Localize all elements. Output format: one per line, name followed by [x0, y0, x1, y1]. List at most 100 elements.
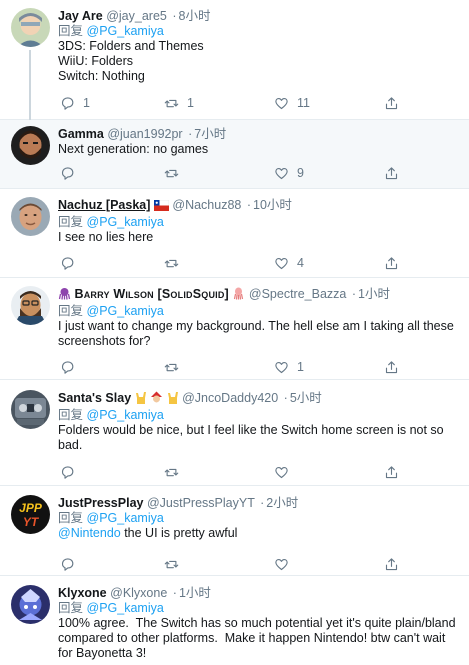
reply-context: 回复 @PG_kamiya: [58, 304, 461, 319]
reply-mention[interactable]: @PG_kamiya: [87, 601, 164, 615]
rock-on-hand-icon: [167, 391, 179, 408]
user-handle[interactable]: @Nachuz88: [172, 198, 241, 212]
tweet-header: Gamma @juan1992pr · 7小时: [58, 127, 227, 141]
share-icon: [385, 465, 398, 478]
like-button[interactable]: [274, 556, 297, 572]
reply-prefix: 回复: [58, 511, 84, 525]
action-bar: 4: [58, 255, 398, 271]
heart-icon: [275, 558, 288, 570]
retweet-icon: [164, 169, 179, 177]
display-name[interactable]: Jay Are: [58, 9, 103, 23]
display-name[interactable]: Klyxone: [58, 586, 107, 600]
share-button[interactable]: [384, 359, 399, 375]
avatar[interactable]: [11, 197, 50, 236]
display-name[interactable]: Santa's Slay: [58, 391, 131, 405]
share-button[interactable]: [384, 464, 399, 480]
user-handle[interactable]: @JncoDaddy420: [182, 391, 278, 405]
reply-button[interactable]: [60, 255, 83, 271]
tweet-text: @Nintendo the UI is pretty awful: [58, 526, 461, 541]
timestamp[interactable]: 7小时: [194, 127, 226, 141]
avatar[interactable]: [11, 585, 50, 624]
thread-connector: [29, 50, 31, 120]
tweet-santas-slay[interactable]: Santa's Slay @JncoDaddy420 · 5小时 回复 @PG_k…: [0, 380, 469, 486]
user-handle[interactable]: @Klyxone: [110, 586, 167, 600]
tweet-text: Folders would be nice, but I feel like t…: [58, 423, 448, 452]
svg-text:YT: YT: [23, 515, 40, 529]
tweet-klyxone[interactable]: Klyxone @Klyxone · 1小时 回复 @PG_kamiya 100%…: [0, 576, 469, 665]
chile-flag-icon: [153, 199, 170, 215]
reply-context: 回复 @PG_kamiya: [58, 408, 461, 423]
reply-mention[interactable]: @PG_kamiya: [87, 215, 164, 229]
retweet-button[interactable]: [164, 359, 187, 375]
octopus-icon: [58, 287, 71, 304]
avatar[interactable]: [11, 286, 50, 325]
reply-button[interactable]: [60, 556, 83, 572]
share-icon: [385, 256, 398, 269]
like-button[interactable]: 11: [274, 95, 310, 111]
avatar[interactable]: [11, 390, 50, 429]
retweet-button[interactable]: [164, 556, 187, 572]
tweet-header: Santa's Slay @JncoDaddy420 · 5小时: [58, 391, 461, 408]
timestamp[interactable]: 1小时: [179, 586, 211, 600]
display-name[interactable]: Barry Wilson [SolidSquid]: [74, 287, 228, 301]
reply-button[interactable]: [60, 359, 83, 375]
tweet-header: Barry Wilson [SolidSquid] @Spectre_Bazza…: [58, 287, 461, 304]
tweet-header: Nachuz [Paska] @Nachuz88 · 10小时: [58, 198, 461, 215]
like-button[interactable]: [274, 464, 297, 480]
share-button[interactable]: [384, 556, 399, 572]
retweet-button[interactable]: [164, 464, 187, 480]
timestamp[interactable]: 5小时: [290, 391, 322, 405]
tweet-justpressplay[interactable]: JPP YT JustPressPlay @JustPressPlayYT · 2…: [0, 486, 469, 576]
reply-mention[interactable]: @PG_kamiya: [87, 24, 164, 38]
action-bar: 9: [58, 165, 398, 181]
retweet-button[interactable]: [164, 255, 187, 271]
avatar[interactable]: [11, 8, 50, 47]
retweet-button[interactable]: [164, 165, 187, 181]
like-button[interactable]: 1: [274, 359, 304, 375]
reply-mention[interactable]: @PG_kamiya: [87, 511, 164, 525]
display-name[interactable]: Gamma: [58, 127, 104, 141]
share-button[interactable]: [384, 95, 399, 111]
retweet-icon: [164, 259, 179, 267]
like-button[interactable]: 9: [274, 165, 304, 181]
tweet-nachuz[interactable]: Nachuz [Paska] @Nachuz88 · 10小时 回复 @PG_ka…: [0, 189, 469, 278]
share-button[interactable]: [384, 255, 399, 271]
reply-button[interactable]: [60, 464, 83, 480]
avatar[interactable]: JPP YT: [11, 495, 50, 534]
avatar-image: [11, 8, 50, 47]
share-button[interactable]: [384, 165, 399, 181]
user-handle[interactable]: @Spectre_Bazza: [249, 287, 346, 301]
timestamp[interactable]: 8小时: [179, 9, 211, 23]
timestamp[interactable]: 10小时: [253, 198, 292, 212]
reply-button[interactable]: [60, 165, 83, 181]
action-bar: [58, 464, 398, 480]
reply-icon: [61, 360, 74, 374]
tweet-text: I see no lies here: [58, 230, 154, 244]
avatar-image: [11, 197, 50, 236]
timestamp[interactable]: 2小时: [266, 496, 298, 510]
user-handle[interactable]: @JustPressPlayYT: [147, 496, 255, 510]
reply-thread: Jay Are @jay_are5 · 8小时 回复 @PG_kamiya 3DS…: [0, 0, 469, 665]
avatar-image: [11, 126, 50, 165]
user-handle[interactable]: @jay_are5: [106, 9, 167, 23]
display-name[interactable]: JustPressPlay: [58, 496, 143, 510]
reply-mention[interactable]: @PG_kamiya: [87, 408, 164, 422]
reply-context: 回复 @PG_kamiya: [58, 511, 461, 526]
action-bar: 1 1 11: [58, 95, 398, 111]
retweet-button[interactable]: 1: [164, 95, 194, 111]
tweet-gamma[interactable]: Gamma @juan1992pr · 7小时 Next generation: …: [0, 120, 469, 189]
reply-mention[interactable]: @PG_kamiya: [87, 304, 164, 318]
nintendo-mention[interactable]: @Nintendo: [58, 526, 121, 540]
tweet-jay-are[interactable]: Jay Are @jay_are5 · 8小时 回复 @PG_kamiya 3DS…: [0, 0, 469, 120]
user-handle[interactable]: @juan1992pr: [107, 127, 182, 141]
reply-count: 1: [83, 96, 90, 110]
display-name[interactable]: Nachuz [Paska]: [58, 198, 150, 212]
avatar-image: [11, 390, 50, 429]
timestamp[interactable]: 1小时: [358, 287, 390, 301]
tweet-barry-wilson[interactable]: Barry Wilson [SolidSquid] @Spectre_Bazza…: [0, 278, 469, 380]
reply-button[interactable]: 1: [60, 95, 90, 111]
avatar-image: [11, 286, 50, 325]
avatar[interactable]: [11, 126, 50, 165]
retweet-icon: [164, 560, 179, 568]
like-button[interactable]: 4: [274, 255, 304, 271]
